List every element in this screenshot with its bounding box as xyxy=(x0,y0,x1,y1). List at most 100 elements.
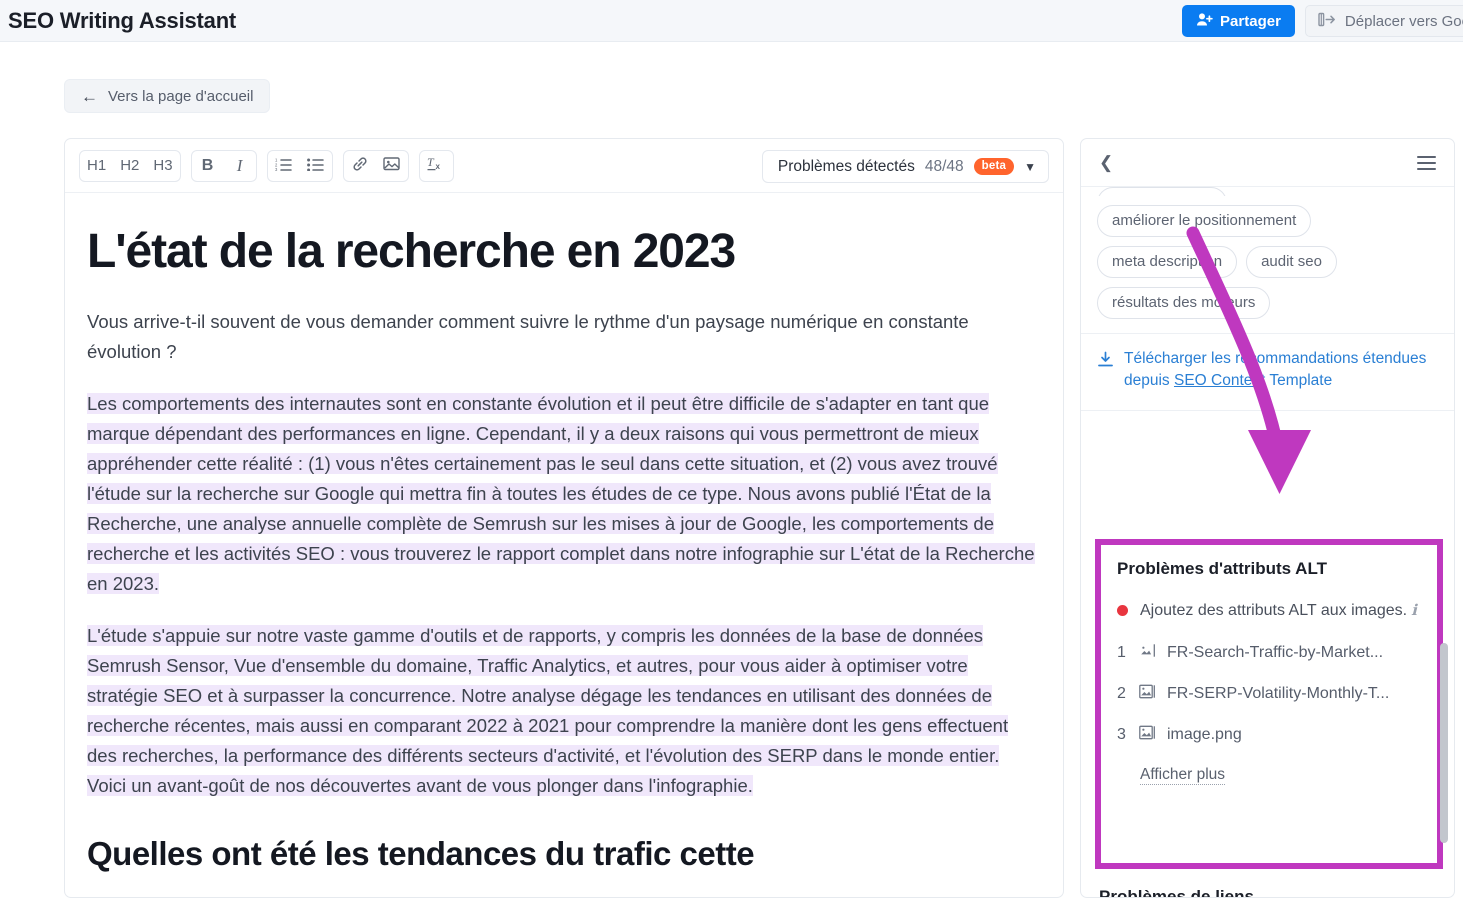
download-text-part2: Template xyxy=(1265,372,1333,389)
insert-image-button[interactable] xyxy=(376,151,408,181)
move-to-doc-icon xyxy=(1318,12,1336,31)
image-list-item[interactable]: 3 image.png xyxy=(1117,725,1419,745)
image-icon xyxy=(383,156,400,175)
issues-detected-dropdown[interactable]: Problèmes détectés 48/48 beta ▼ xyxy=(761,150,1049,183)
image-file-name: image.png xyxy=(1167,726,1242,743)
share-button-label: Partager xyxy=(1220,12,1281,30)
image-index: 1 xyxy=(1117,644,1126,661)
keyword-row-3: résultats des moteurs xyxy=(1097,287,1438,319)
keyword-pill[interactable]: améliorer le positionnement xyxy=(1097,205,1312,237)
move-to-google-docs-button[interactable]: Déplacer vers Google D xyxy=(1304,5,1463,37)
alt-issue-text: Ajoutez des attributs ALT aux images. ℹ xyxy=(1140,599,1417,623)
keyword-pill-partial[interactable] xyxy=(1097,187,1228,196)
italic-label: I xyxy=(236,155,243,175)
keyword-row-1: améliorer le positionnement xyxy=(1097,205,1438,237)
alt-section-title: Problèmes d'attributs ALT xyxy=(1117,559,1327,578)
info-icon[interactable]: ℹ xyxy=(1411,603,1417,619)
svg-text:x: x xyxy=(435,162,440,171)
heading-1-label: H1 xyxy=(87,157,107,174)
app-title: SEO Writing Assistant xyxy=(8,7,237,33)
image-file-name: FR-Search-Traffic-by-Market... xyxy=(1167,644,1384,661)
heading-3-label: H3 xyxy=(153,157,173,174)
user-plus-icon xyxy=(1196,12,1213,31)
alt-issue-row: Ajoutez des attributs ALT aux images. ℹ xyxy=(1117,599,1419,623)
beta-badge: beta xyxy=(973,158,1015,175)
image-list-item[interactable]: 2 FR-SERP-Volatility-Monthly-T... xyxy=(1117,684,1419,704)
document-heading-2: Quelles ont été les tendances du trafic … xyxy=(87,835,755,873)
link-icon xyxy=(352,156,368,176)
insert-link-button[interactable] xyxy=(344,151,376,181)
panel-scrollbar-track[interactable] xyxy=(1440,187,1451,897)
document-title: L'état de la recherche en 2023 xyxy=(87,225,736,278)
image-index: 3 xyxy=(1117,726,1126,743)
clear-format-group: T x xyxy=(418,149,454,182)
text-style-group: B I xyxy=(190,149,257,182)
links-issues-section: Problèmes de liens ✓ Nombre optimal de l… xyxy=(1099,887,1429,897)
document-paragraph-1: Vous arrive-t-il souvent de vous demande… xyxy=(87,311,969,363)
panel-header: ❮ xyxy=(1081,139,1454,187)
keyword-pill[interactable]: audit seo xyxy=(1246,246,1337,278)
image-index: 2 xyxy=(1117,685,1126,702)
image-file-icon xyxy=(1139,643,1156,663)
keyword-pill[interactable]: meta description xyxy=(1097,246,1238,278)
alt-issue-label: Ajoutez des attributs ALT aux images. xyxy=(1140,602,1408,619)
svg-text:3: 3 xyxy=(275,167,278,171)
bullet-list-button[interactable] xyxy=(300,151,332,181)
alt-attributes-section: Problèmes d'attributs ALT Ajoutez des at… xyxy=(1095,539,1443,869)
highlighted-text: L'étude s'appuie sur notre vaste gamme d… xyxy=(87,625,1009,797)
download-template-link[interactable]: Télécharger les recommandations étendues… xyxy=(1124,348,1438,392)
image-file-icon xyxy=(1139,725,1156,745)
image-list-item[interactable]: 1 FR-Search-Traffic-by-Market... xyxy=(1117,643,1419,663)
top-bar: SEO Writing Assistant Partager Déplacer xyxy=(0,0,1463,42)
heading-3-button[interactable]: H3 xyxy=(146,151,179,181)
move-to-google-docs-label: Déplacer vers Google D xyxy=(1344,12,1463,30)
keyword-pill[interactable]: résultats des moteurs xyxy=(1097,287,1271,319)
show-more-link[interactable]: Afficher plus xyxy=(1140,766,1226,785)
svg-text:T: T xyxy=(427,155,435,169)
chevron-down-icon: ▼ xyxy=(1024,159,1036,174)
clear-formatting-button[interactable]: T x xyxy=(420,151,453,181)
heading-buttons-group: H1 H2 H3 xyxy=(79,149,181,182)
insert-group xyxy=(342,149,409,182)
arrow-left-icon: ← xyxy=(81,86,98,106)
page-body: ← Vers la page d'accueil H1 H2 H3 B I 1 … xyxy=(0,42,1463,898)
issues-label: Problèmes détectés xyxy=(777,157,915,175)
keyword-pill-cut-off xyxy=(1097,187,1438,196)
document-paragraph-3: L'étude s'appuie sur notre vaste gamme d… xyxy=(87,621,1041,801)
bold-button[interactable]: B xyxy=(192,151,224,181)
download-icon xyxy=(1097,351,1114,373)
share-button[interactable]: Partager xyxy=(1182,5,1295,37)
back-to-home-label: Vers la page d'accueil xyxy=(108,87,254,105)
ordered-list-button[interactable]: 1 2 3 xyxy=(268,151,300,181)
list-group: 1 2 3 xyxy=(266,149,333,182)
document-paragraph-2: Les comportements des internautes sont e… xyxy=(87,389,1041,599)
document-content[interactable]: L'état de la recherche en 2023 Vous arri… xyxy=(65,193,1063,897)
download-template-block: Télécharger les recommandations étendues… xyxy=(1081,334,1454,411)
top-bar-actions: Partager Déplacer vers Google D xyxy=(1182,0,1463,42)
image-file-name: FR-SERP-Volatility-Monthly-T... xyxy=(1167,685,1390,702)
download-text-link: SEO Content xyxy=(1173,372,1266,389)
highlighted-text: Les comportements des internautes sont e… xyxy=(87,393,1035,595)
heading-2-button[interactable]: H2 xyxy=(113,151,146,181)
italic-button[interactable]: I xyxy=(224,151,256,181)
issues-count: 48/48 xyxy=(924,157,964,175)
heading-2-label: H2 xyxy=(120,157,140,174)
seo-recommendations-panel: ❮ améliorer le positionnement meta descr… xyxy=(1080,138,1455,898)
hamburger-menu-icon[interactable] xyxy=(1417,155,1436,170)
heading-1-button[interactable]: H1 xyxy=(80,151,113,181)
editor-card: H1 H2 H3 B I 1 2 3 T x Problèmes détecté… xyxy=(64,138,1064,898)
status-dot-error-icon xyxy=(1117,605,1128,616)
image-file-icon xyxy=(1139,684,1156,704)
links-section-title: Problèmes de liens xyxy=(1099,887,1254,897)
ordered-list-icon: 1 2 3 xyxy=(275,157,292,175)
keywords-block: améliorer le positionnement meta descrip… xyxy=(1081,187,1454,334)
bold-label: B xyxy=(201,156,214,174)
panel-scroll-area: améliorer le positionnement meta descrip… xyxy=(1081,187,1454,897)
panel-scrollbar-thumb[interactable] xyxy=(1440,643,1448,843)
chevron-left-icon[interactable]: ❮ xyxy=(1099,153,1113,173)
clear-format-icon: T x xyxy=(427,155,446,176)
back-to-home-button[interactable]: ← Vers la page d'accueil xyxy=(64,79,271,113)
bullet-list-icon xyxy=(307,157,324,175)
editor-toolbar: H1 H2 H3 B I 1 2 3 T x Problèmes détecté… xyxy=(65,139,1063,193)
keyword-row-2: meta description audit seo xyxy=(1097,246,1438,278)
